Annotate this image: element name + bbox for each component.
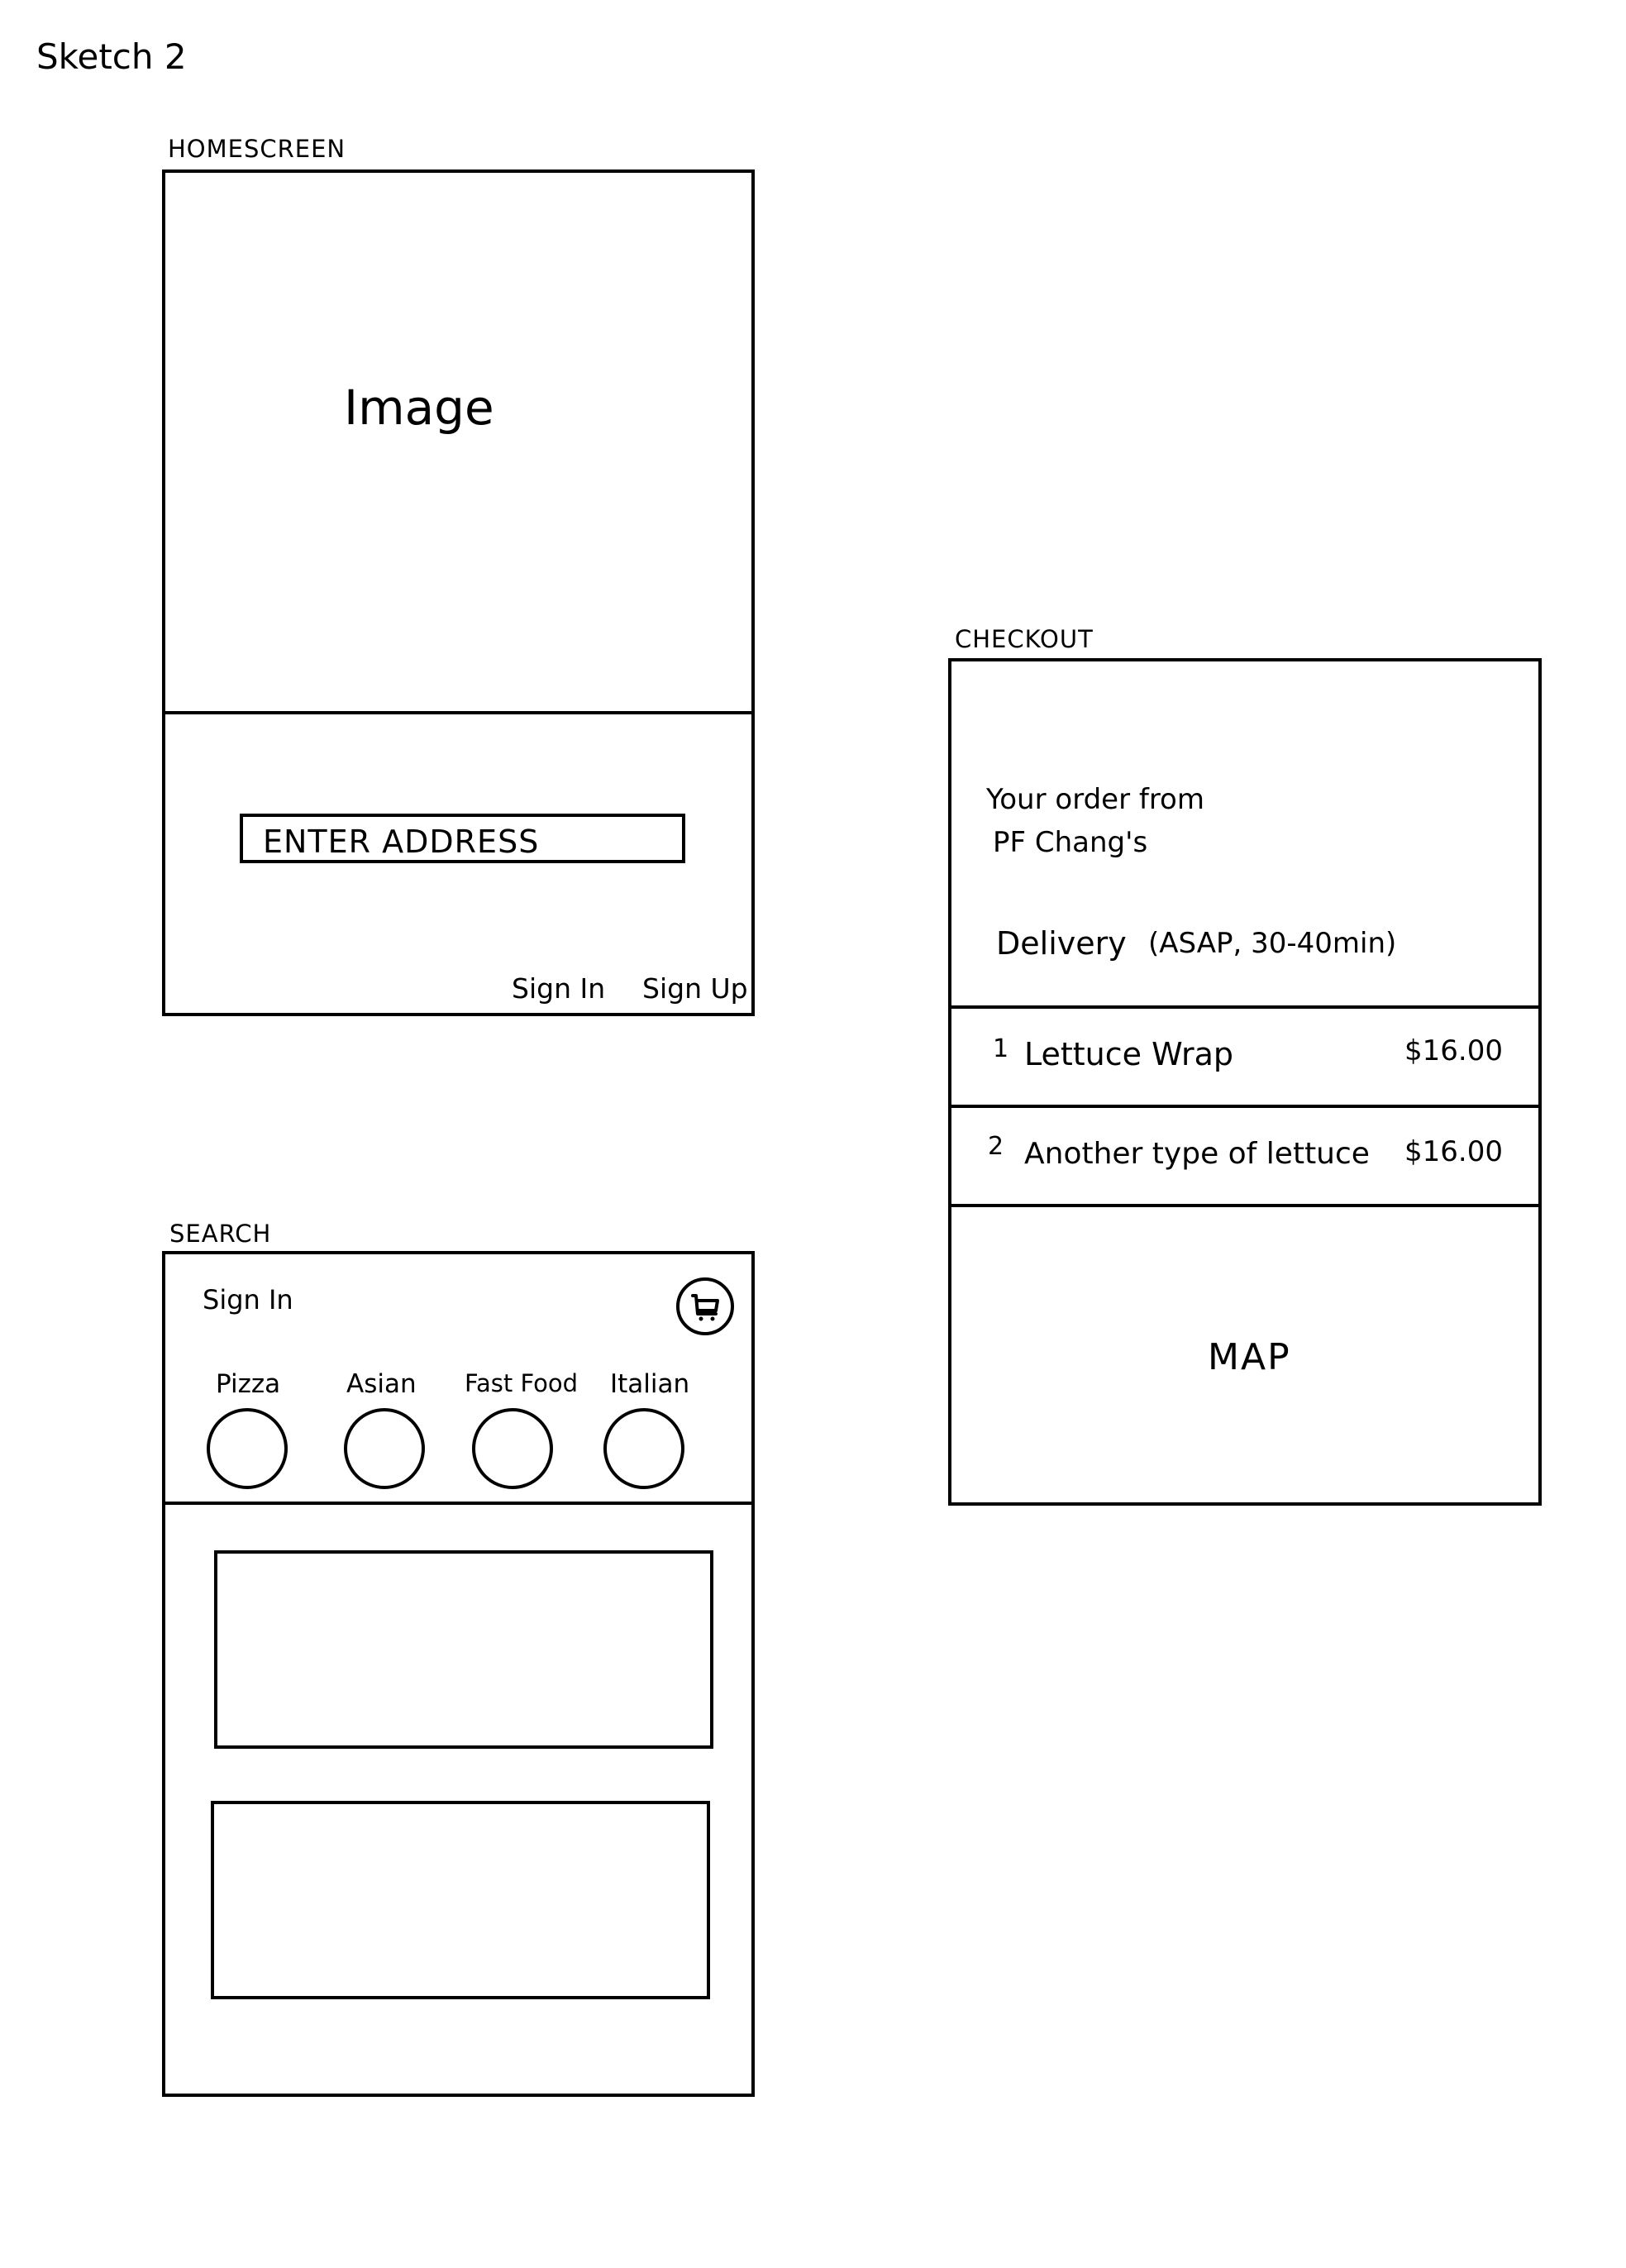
item-name: Lettuce Wrap	[1024, 1036, 1234, 1072]
category-label-italian: Italian	[610, 1369, 690, 1399]
homescreen-divider	[165, 711, 751, 714]
homescreen-heading: HOMESCREEN	[168, 135, 346, 163]
category-label-asian: Asian	[346, 1369, 417, 1399]
item-price: $16.00	[1404, 1034, 1503, 1067]
checkout-heading: CHECKOUT	[955, 625, 1094, 653]
homescreen-frame: Image ENTER ADDRESS Sign In Sign Up	[162, 170, 755, 1016]
category-button-asian[interactable]	[344, 1408, 425, 1489]
sign-up-link[interactable]: Sign Up	[642, 975, 748, 1002]
checkout-frame: Your order from PF Chang's Delivery (ASA…	[948, 658, 1542, 1506]
search-sign-in-link[interactable]: Sign In	[203, 1287, 293, 1313]
item-name: Another type of lettuce	[1024, 1137, 1370, 1171]
cart-glyph	[691, 1294, 719, 1321]
item-qty: 2	[988, 1132, 1004, 1161]
category-label-fast-food: Fast Food	[465, 1369, 579, 1397]
items-map-divider	[951, 1204, 1538, 1207]
address-input-placeholder: ENTER ADDRESS	[263, 824, 540, 860]
category-label-pizza: Pizza	[216, 1369, 281, 1399]
order-divider	[951, 1005, 1538, 1009]
item-price: $16.00	[1404, 1135, 1503, 1168]
category-button-fast-food[interactable]	[472, 1408, 553, 1489]
sign-in-link[interactable]: Sign In	[512, 975, 605, 1002]
address-input[interactable]: ENTER ADDRESS	[240, 814, 685, 863]
delivery-label: Delivery	[996, 925, 1127, 962]
search-divider	[165, 1502, 751, 1505]
search-frame: Sign In Pizza Asian Fast Food Italian	[162, 1251, 755, 2097]
restaurant-card[interactable]	[211, 1801, 710, 1999]
category-button-pizza[interactable]	[207, 1408, 288, 1489]
search-heading: SEARCH	[169, 1220, 272, 1248]
item-qty: 1	[993, 1034, 1009, 1063]
category-button-italian[interactable]	[603, 1408, 684, 1489]
restaurant-card[interactable]	[214, 1550, 713, 1749]
item-divider	[951, 1105, 1538, 1108]
order-from-label: Your order from	[986, 783, 1204, 816]
homescreen-image-placeholder: Image	[344, 380, 494, 436]
cart-icon[interactable]	[676, 1277, 734, 1335]
map-placeholder: MAP	[1208, 1336, 1291, 1378]
sheet-title: Sketch 2	[36, 36, 187, 77]
restaurant-name: PF Chang's	[993, 826, 1148, 859]
delivery-detail: (ASAP, 30-40min)	[1148, 927, 1397, 960]
